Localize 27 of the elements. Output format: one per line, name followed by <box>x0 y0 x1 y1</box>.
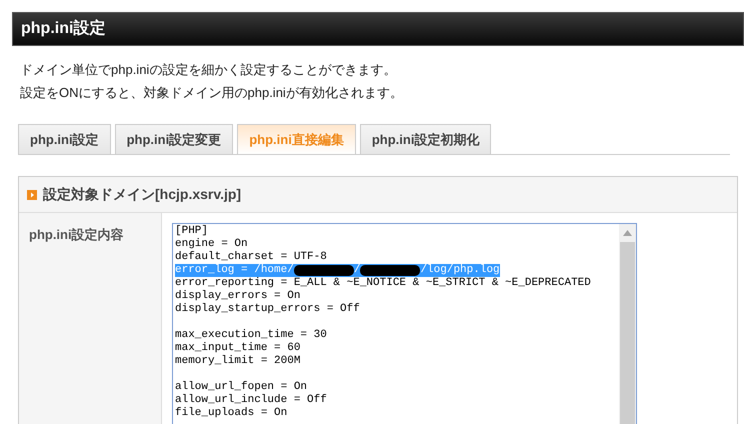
scroll-up-icon[interactable] <box>623 230 632 236</box>
redaction-block <box>360 265 420 276</box>
description-text: ドメイン単位でphp.iniの設定を細かく設定することができます。 <box>20 61 398 79</box>
field-label: php.ini設定内容 <box>29 227 124 242</box>
code-line: error_reporting = E_ALL & ~E_NOTICE & ~E_STRICT & ~E_DEPRECATED <box>175 277 591 290</box>
tab[interactable]: php.ini設定初期化 <box>360 124 492 154</box>
code-line: allow_url_fopen = On <box>175 381 308 394</box>
code-line: max_input_time = 60 <box>175 342 300 355</box>
scrollbar[interactable] <box>619 224 636 424</box>
code-line: display_startup_errors = Off <box>175 303 360 316</box>
code-line: engine = On <box>175 238 248 251</box>
tab[interactable]: php.ini設定 <box>18 124 111 154</box>
description-text: 設定をONにすると、対象ドメイン用のphp.iniが有効化されます。 <box>20 84 404 102</box>
code-line: allow_url_include = Off <box>175 394 327 407</box>
tab[interactable]: php.ini設定変更 <box>114 124 234 154</box>
redaction-block <box>294 265 354 276</box>
code-line: default_charset = UTF-8 <box>175 251 327 264</box>
bullet-icon <box>27 190 37 200</box>
code-line: display_errors = On <box>175 290 300 303</box>
code-line: memory_limit = 200M <box>175 355 300 368</box>
panel-title: 設定対象ドメイン[hcjp.xsrv.jp] <box>43 185 242 204</box>
code-line: max_execution_time = 30 <box>175 329 327 342</box>
php-ini-editor[interactable] <box>172 223 637 424</box>
scrollbar-thumb[interactable] <box>620 242 635 424</box>
page-title: php.ini設定 <box>21 18 106 39</box>
code-line: file_uploads = On <box>175 407 288 420</box>
code-line: [PHP] <box>175 225 208 238</box>
